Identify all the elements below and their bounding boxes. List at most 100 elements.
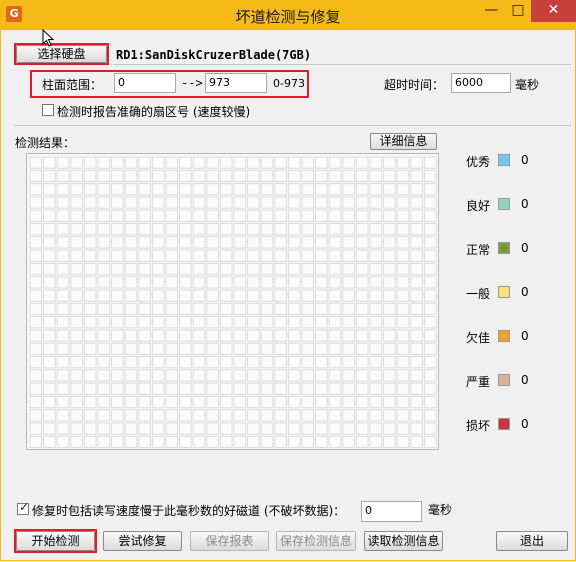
range-start-input[interactable]: 0 xyxy=(114,73,176,93)
minimize-button[interactable]: — xyxy=(478,0,505,22)
grid-block xyxy=(260,183,274,196)
grid-block xyxy=(287,395,301,409)
grid-block xyxy=(274,342,287,355)
grid-block xyxy=(165,329,179,342)
grid-block xyxy=(151,156,165,169)
grid-block xyxy=(274,316,287,329)
grid-block xyxy=(355,276,369,289)
grid-block xyxy=(247,223,260,236)
grid-block xyxy=(206,289,219,302)
grid-block xyxy=(410,409,423,422)
grid-block xyxy=(315,196,328,209)
grid-block xyxy=(165,223,179,236)
grid-block xyxy=(328,262,342,276)
grid-block xyxy=(43,369,56,382)
grid-block xyxy=(247,316,260,329)
save-result-button[interactable]: 保存检测信息 xyxy=(276,531,356,551)
load-result-button[interactable]: 读取检测信息 xyxy=(364,531,443,551)
grid-block xyxy=(97,276,111,289)
grid-block xyxy=(192,316,206,329)
grid-block xyxy=(410,356,423,369)
grid-block xyxy=(396,316,410,329)
grid-block xyxy=(233,223,247,236)
grid-block xyxy=(247,395,260,409)
grid-block xyxy=(124,422,138,435)
grid-block xyxy=(342,329,355,342)
grid-block xyxy=(111,209,124,223)
grid-block xyxy=(410,289,423,302)
grid-block xyxy=(124,369,138,382)
exit-button[interactable]: 退出 xyxy=(496,531,568,551)
grid-block xyxy=(219,342,233,355)
grid-block xyxy=(219,356,233,369)
range-end-input[interactable]: 973 xyxy=(205,73,267,93)
grid-block xyxy=(179,422,192,435)
grid-block xyxy=(179,382,192,395)
grid-block xyxy=(287,262,301,276)
grid-block xyxy=(83,422,97,435)
grid-block xyxy=(83,196,97,209)
grid-block xyxy=(315,302,328,316)
grid-block xyxy=(410,169,423,183)
grid-block xyxy=(287,249,301,262)
repair-threshold-input[interactable]: 0 xyxy=(361,501,422,522)
maximize-button[interactable]: □ xyxy=(505,0,531,22)
grid-block xyxy=(97,435,111,449)
accurate-report-checkbox[interactable] xyxy=(42,104,54,116)
grid-block xyxy=(29,209,43,223)
grid-block xyxy=(247,156,260,169)
grid-block xyxy=(56,382,70,395)
grid-block xyxy=(410,342,423,355)
grid-block xyxy=(369,209,383,223)
grid-block xyxy=(151,435,165,449)
grid-block xyxy=(315,169,328,183)
mouse-cursor-icon xyxy=(42,29,54,47)
divider xyxy=(113,64,571,65)
grid-block xyxy=(138,369,151,382)
grid-block xyxy=(247,183,260,196)
save-report-button[interactable]: 保存报表 xyxy=(190,531,269,551)
grid-block xyxy=(29,382,43,395)
grid-block xyxy=(342,356,355,369)
details-button[interactable]: 详细信息 xyxy=(370,133,437,150)
grid-block xyxy=(274,382,287,395)
grid-block xyxy=(165,249,179,262)
grid-block xyxy=(247,209,260,223)
grid-block xyxy=(260,276,274,289)
grid-block xyxy=(396,156,410,169)
grid-block xyxy=(29,236,43,249)
grid-block xyxy=(355,342,369,355)
range-label: 柱面范围： xyxy=(42,78,103,92)
legend-label: 正常 xyxy=(466,243,491,257)
grid-block xyxy=(342,395,355,409)
timeout-input[interactable]: 6000 xyxy=(451,73,511,93)
grid-block xyxy=(43,169,56,183)
grid-block xyxy=(179,369,192,382)
close-button[interactable]: ✕ xyxy=(531,0,576,22)
grid-block xyxy=(260,329,274,342)
grid-block xyxy=(124,435,138,449)
grid-block xyxy=(342,183,355,196)
grid-block xyxy=(423,262,437,276)
legend-label: 欠佳 xyxy=(466,331,491,345)
grid-block xyxy=(138,329,151,342)
grid-block xyxy=(423,342,437,355)
grid-block xyxy=(410,236,423,249)
grid-block xyxy=(301,223,315,236)
grid-block xyxy=(206,209,219,223)
grid-block xyxy=(219,422,233,435)
select-drive-button[interactable]: 选择硬盘 xyxy=(16,45,107,63)
legend-swatch xyxy=(498,198,510,210)
grid-block xyxy=(328,435,342,449)
grid-block xyxy=(219,262,233,276)
grid-block xyxy=(29,169,43,183)
grid-block xyxy=(423,382,437,395)
grid-block xyxy=(124,329,138,342)
start-scan-button[interactable]: 开始检测 xyxy=(16,531,95,551)
try-repair-button[interactable]: 尝试修复 xyxy=(103,531,182,551)
grid-block xyxy=(151,422,165,435)
repair-slow-checkbox[interactable]: ✓ xyxy=(17,500,29,515)
grid-block xyxy=(328,369,342,382)
grid-block xyxy=(111,422,124,435)
grid-block xyxy=(56,302,70,316)
